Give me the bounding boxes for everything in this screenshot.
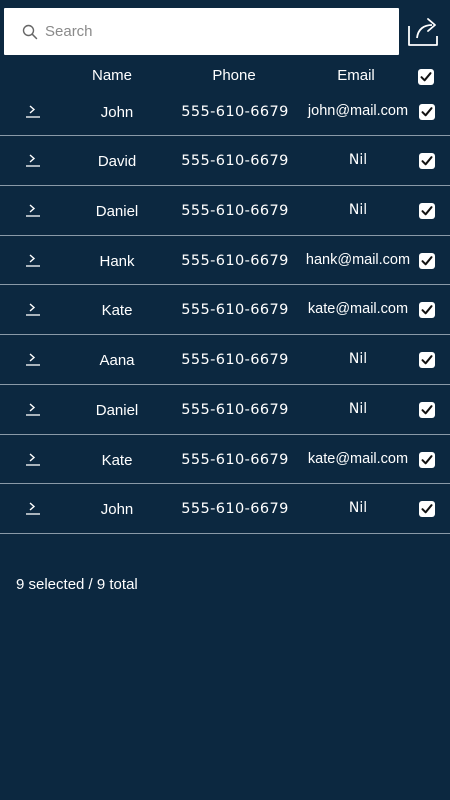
contact-list: John 555-610-6679 john@mail.com David 55… [0, 87, 450, 534]
row-checkbox[interactable] [419, 104, 435, 120]
search-bar[interactable] [4, 8, 399, 55]
contact-name: Kate [101, 302, 133, 320]
row-checkbox[interactable] [419, 153, 435, 169]
chevron-right-icon[interactable] [24, 102, 42, 120]
contact-email: Nil [348, 400, 368, 417]
row-checkbox[interactable] [419, 401, 435, 418]
selection-status: 9 selected / 9 total [16, 576, 138, 593]
checkmark-icon [421, 454, 433, 464]
chevron-right-icon[interactable] [24, 251, 42, 269]
contact-email: Nil [348, 201, 368, 218]
chevron-right-icon[interactable] [24, 151, 42, 169]
chevron-right-icon[interactable] [24, 499, 42, 517]
header-name: Name [91, 67, 132, 84]
contact-phone: 555-610-6679 [181, 352, 289, 368]
search-icon [22, 24, 38, 40]
checkmark-icon [420, 72, 432, 82]
row-checkbox[interactable] [419, 202, 435, 219]
contact-email: hank@mail.com [305, 251, 411, 268]
contact-name: Daniel [95, 401, 139, 419]
checkmark-icon [421, 305, 433, 315]
contact-phone: 555-610-6679 [181, 202, 289, 219]
contact-phone: 555-610-6679 [181, 451, 289, 468]
contact-name: Hank [99, 252, 135, 270]
chevron-right-icon[interactable] [24, 400, 42, 418]
checkmark-icon [421, 504, 433, 514]
table-row: John 555-610-6679 Nil [0, 484, 450, 534]
checkmark-icon [421, 107, 433, 117]
chevron-right-icon[interactable] [24, 450, 42, 468]
table-row: Daniel 555-610-6679 Nil [0, 385, 450, 435]
contact-name: David [97, 153, 137, 170]
row-checkbox[interactable] [419, 302, 435, 319]
contact-phone: 555-610-6679 [181, 153, 289, 169]
row-checkbox[interactable] [419, 352, 435, 368]
table-row: David 555-610-6679 Nil [0, 136, 450, 186]
table-row: Kate 555-610-6679 kate@mail.com [0, 285, 450, 335]
chevron-right-icon[interactable] [24, 300, 42, 318]
contact-email: kate@mail.com [307, 450, 409, 467]
table-row: Hank 555-610-6679 hank@mail.com [0, 236, 450, 286]
checkmark-icon [421, 404, 433, 415]
checkmark-icon [421, 255, 433, 265]
contact-email: john@mail.com [307, 103, 409, 119]
row-checkbox[interactable] [419, 501, 435, 518]
chevron-right-icon[interactable] [24, 201, 42, 219]
contact-name: John [100, 501, 134, 519]
contact-phone: 555-610-6679 [181, 501, 289, 518]
contact-email: Nil [348, 152, 368, 168]
contact-phone: 555-610-6679 [181, 252, 289, 269]
contact-name: John [100, 104, 134, 121]
table-row: Daniel 555-610-6679 Nil [0, 186, 450, 236]
contact-name: Kate [101, 451, 133, 469]
checkmark-icon [421, 355, 433, 365]
checkmark-icon [421, 156, 433, 166]
contact-name: Daniel [95, 202, 139, 220]
contact-name: Aana [99, 352, 135, 369]
contact-phone: 555-610-6679 [181, 302, 289, 319]
search-input[interactable] [45, 8, 385, 55]
contact-phone: 555-610-6679 [181, 104, 289, 120]
select-all-checkbox[interactable] [418, 69, 434, 85]
contact-email: Nil [348, 351, 368, 367]
row-checkbox[interactable] [419, 451, 435, 468]
header-phone: Phone [212, 67, 256, 84]
contact-email: kate@mail.com [307, 301, 409, 318]
contact-email: Nil [348, 500, 368, 517]
row-checkbox[interactable] [419, 252, 435, 269]
share-icon[interactable] [406, 14, 442, 48]
contact-phone: 555-610-6679 [181, 401, 289, 418]
table-row: Kate 555-610-6679 kate@mail.com [0, 435, 450, 485]
chevron-right-icon[interactable] [24, 350, 42, 368]
checkmark-icon [421, 205, 433, 216]
table-row: John 555-610-6679 john@mail.com [0, 87, 450, 136]
header-email: Email [337, 67, 375, 84]
table-row: Aana 555-610-6679 Nil [0, 335, 450, 385]
table-header: Name Phone Email [0, 64, 450, 88]
